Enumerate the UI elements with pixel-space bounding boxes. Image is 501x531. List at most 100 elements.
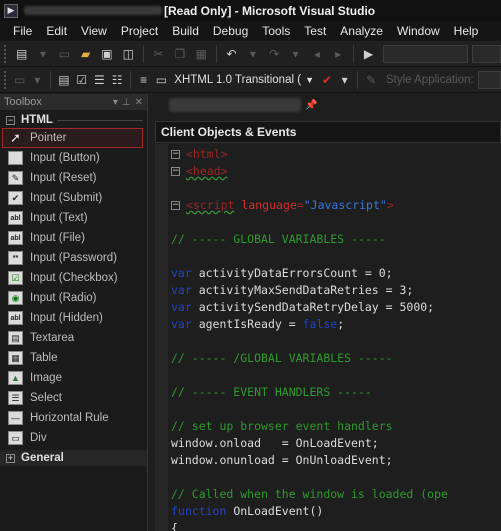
solution-configurations-combo[interactable] bbox=[383, 44, 468, 63]
list-icon[interactable]: ☰ bbox=[93, 71, 107, 89]
auto-hide-pin-icon[interactable]: ⊥ bbox=[122, 97, 131, 108]
new-project-icon[interactable]: ▤ bbox=[13, 45, 30, 63]
solution-platforms-combo[interactable] bbox=[471, 44, 501, 63]
toolbox-item-div[interactable]: ▭ Div bbox=[0, 428, 147, 448]
style-application-label: Style Application: bbox=[386, 73, 474, 86]
input-reset-icon: ✎ bbox=[8, 171, 23, 185]
validation-icon[interactable]: ✔ bbox=[320, 71, 334, 89]
collapse-icon[interactable]: − bbox=[171, 167, 180, 176]
style-icon[interactable]: ✎ bbox=[364, 71, 378, 89]
input-submit-icon: ✔ bbox=[8, 191, 23, 205]
toolbox-item-input-file[interactable]: abl Input (File) bbox=[0, 228, 147, 248]
format-document-icon[interactable]: ▤ bbox=[57, 71, 71, 89]
toolbar-grip[interactable] bbox=[4, 44, 7, 63]
toolbox-item-input-text[interactable]: abl Input (Text) bbox=[0, 208, 147, 228]
save-icon[interactable]: ▣ bbox=[98, 45, 115, 63]
navigate-back-icon[interactable]: ◂ bbox=[308, 45, 325, 63]
save-all-icon[interactable]: ◫ bbox=[120, 45, 137, 63]
redo-dropdown-icon[interactable]: ▾ bbox=[287, 45, 304, 63]
close-icon[interactable]: ✕ bbox=[135, 97, 143, 108]
toolbox-item-image[interactable]: ▲ Image bbox=[0, 368, 147, 388]
doctype-select[interactable]: XHTML 1.0 Transitional ( ▼ bbox=[170, 70, 318, 90]
code-token: window.onunload = OnUnloadEvent; bbox=[171, 453, 393, 467]
toolbox-item-input-reset[interactable]: ✎ Input (Reset) bbox=[0, 168, 147, 188]
navigate-forward-icon[interactable]: ▸ bbox=[330, 45, 347, 63]
visual-studio-icon: ▶ bbox=[4, 3, 18, 18]
menu-help[interactable]: Help bbox=[447, 24, 486, 38]
window-position-icon[interactable]: ▾ bbox=[113, 97, 118, 108]
open-file-icon[interactable]: ▰ bbox=[77, 45, 94, 63]
toolbox-item-horizontal-rule[interactable]: — Horizontal Rule bbox=[0, 408, 147, 428]
undo-icon[interactable]: ↶ bbox=[223, 45, 240, 63]
document-tab-strip: 📌 bbox=[149, 94, 501, 116]
toolbox-item-input-password[interactable]: ** Input (Password) bbox=[0, 248, 147, 268]
toolbox-item-table[interactable]: ▦ Table bbox=[0, 348, 147, 368]
code-line: − <html> bbox=[171, 146, 501, 163]
toolbox-item-input-checkbox[interactable]: ☑ Input (Checkbox) bbox=[0, 268, 147, 288]
menu-project[interactable]: Project bbox=[114, 24, 165, 38]
menu-window[interactable]: Window bbox=[390, 24, 447, 38]
menu-test[interactable]: Test bbox=[297, 24, 333, 38]
code-editor[interactable]: Client Objects & Events − <html> − <head… bbox=[149, 116, 501, 531]
code-token: language bbox=[241, 198, 297, 212]
menu-bar: File Edit View Project Build Debug Tools… bbox=[0, 21, 501, 41]
toolbox-item-input-button[interactable]: Input (Button) bbox=[0, 148, 147, 168]
pin-icon[interactable]: 📌 bbox=[305, 100, 317, 111]
menu-view[interactable]: View bbox=[74, 24, 114, 38]
redo-icon[interactable]: ↷ bbox=[266, 45, 283, 63]
style-application-combo[interactable] bbox=[477, 70, 501, 89]
toolbox-item-input-submit[interactable]: ✔ Input (Submit) bbox=[0, 188, 147, 208]
collapse-icon[interactable]: − bbox=[171, 201, 180, 210]
cut-icon[interactable]: ✂ bbox=[150, 45, 167, 63]
toolbar-grip[interactable] bbox=[4, 70, 7, 89]
undo-dropdown-icon[interactable]: ▾ bbox=[244, 45, 261, 63]
schema-dropdown-icon[interactable]: ▾ bbox=[31, 71, 45, 89]
checklist-icon[interactable]: ☑ bbox=[75, 71, 89, 89]
list-alt-icon[interactable]: ☷ bbox=[110, 71, 124, 89]
insert-icon[interactable]: ▭ bbox=[155, 71, 169, 89]
toolbox-item-select[interactable]: ☰ Select bbox=[0, 388, 147, 408]
toolbox-item-input-radio[interactable]: ◉ Input (Radio) bbox=[0, 288, 147, 308]
code-token: agentIsReady = bbox=[191, 317, 303, 331]
window-title: [Read Only] - Microsoft Visual Studio bbox=[164, 3, 376, 18]
add-new-item-icon[interactable]: ▭ bbox=[56, 45, 73, 63]
document-tab[interactable] bbox=[169, 98, 301, 112]
code-line: var activitySendDataRetryDelay = 5000; bbox=[171, 299, 501, 316]
toolbar-separator bbox=[50, 70, 52, 89]
add-item-icon[interactable]: ▾ bbox=[34, 45, 51, 63]
menu-file[interactable]: File bbox=[6, 24, 39, 38]
toolbar-separator bbox=[142, 44, 144, 63]
copy-icon[interactable]: ❐ bbox=[171, 45, 188, 63]
code-area[interactable]: − <html> − <head> − <script language = "… bbox=[171, 146, 501, 531]
validation-dropdown-icon[interactable]: ▾ bbox=[338, 71, 352, 89]
menu-tools[interactable]: Tools bbox=[255, 24, 297, 38]
toolbox-item-pointer[interactable]: ➚ Pointer bbox=[2, 128, 143, 148]
paste-icon[interactable]: ▦ bbox=[193, 45, 210, 63]
toolbox-item-textarea[interactable]: ▤ Textarea bbox=[0, 328, 147, 348]
toolbox-group-general[interactable]: + General bbox=[0, 450, 147, 466]
target-schema-icon[interactable]: ▭ bbox=[13, 71, 27, 89]
code-keyword: function bbox=[171, 504, 227, 518]
code-line: { bbox=[171, 520, 501, 531]
menu-analyze[interactable]: Analyze bbox=[333, 24, 390, 38]
html-source-toolbar: ▭ ▾ ▤ ☑ ☰ ☷ ≡ ▭ XHTML 1.0 Transitional (… bbox=[0, 67, 501, 93]
code-line: // Called when the window is loaded (ope bbox=[171, 486, 501, 503]
align-icon[interactable]: ≡ bbox=[137, 71, 151, 89]
start-debugging-icon[interactable]: ▶ bbox=[360, 45, 377, 63]
menu-edit[interactable]: Edit bbox=[39, 24, 74, 38]
group-label: HTML bbox=[21, 114, 53, 126]
collapse-icon[interactable]: − bbox=[171, 150, 180, 159]
toolbox-item-label: Horizontal Rule bbox=[30, 412, 109, 424]
toolbox-item-input-hidden[interactable]: abl Input (Hidden) bbox=[0, 308, 147, 328]
menu-debug[interactable]: Debug bbox=[206, 24, 255, 38]
code-token: window.onload = OnLoadEvent; bbox=[171, 436, 379, 450]
group-label: General bbox=[21, 452, 64, 464]
toolbox-group-html[interactable]: − HTML bbox=[0, 112, 147, 128]
toolbox-header: Toolbox ▾ ⊥ ✕ bbox=[0, 94, 147, 110]
menu-build[interactable]: Build bbox=[165, 24, 206, 38]
client-objects-events-dropdown[interactable]: Client Objects & Events bbox=[155, 121, 501, 143]
collapse-icon: − bbox=[6, 114, 15, 125]
